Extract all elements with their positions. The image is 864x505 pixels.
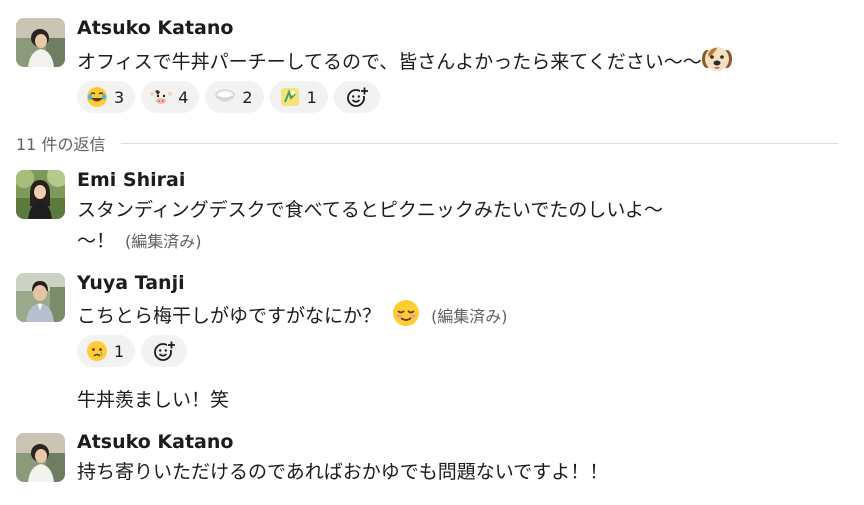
message-text: 持ち寄りいただけるのであればおかゆでも問題ないですよ！！ (77, 461, 609, 483)
message-text: オフィスで牛丼パーチーしてるので、皆さんよかったら来てください〜〜 (77, 44, 732, 84)
reaction-count: 1 (306, 87, 317, 107)
message-text-body: 〜！ (77, 230, 116, 252)
divider-line (121, 142, 838, 144)
replies-count-label: 11 件の返信 (16, 135, 106, 154)
edited-label: (編集済み) (431, 307, 508, 326)
reactions-bar: 1 (77, 335, 188, 367)
thread-replies-divider: 11 件の返信 (16, 132, 838, 154)
avatar-atsuko[interactable] (16, 18, 65, 67)
author-name[interactable]: Emi Shirai (77, 168, 185, 192)
joy-icon (87, 87, 107, 107)
author-name[interactable]: Yuya Tanji (77, 271, 185, 295)
reaction-joy[interactable]: 3 (77, 81, 136, 113)
add-reaction-icon (154, 341, 177, 361)
reaction-cow[interactable]: 4 (141, 81, 200, 113)
avatar-yuya[interactable] (16, 273, 65, 322)
message-text-line-2: 〜！ (編集済み) (77, 226, 202, 257)
avatar-emi[interactable] (16, 170, 65, 219)
reactions-bar: 3 4 2 1 (77, 81, 380, 113)
message-text-body: こちとら梅干しがゆですがなにか？ (77, 305, 382, 327)
avatar-atsuko[interactable] (16, 433, 65, 482)
author-name[interactable]: Atsuko Katano (77, 16, 233, 40)
reaction-count: 4 (178, 87, 189, 107)
reaction-count: 3 (114, 87, 125, 107)
relieved-face-icon (391, 298, 421, 338)
crying-face-icon (87, 341, 107, 361)
message-text: こちとら梅干しがゆですがなにか？ (編集済み) (77, 298, 508, 338)
message-text-body: オフィスで牛丼パーチーしてるので、皆さんよかったら来てください〜〜 (77, 51, 702, 73)
add-reaction-button[interactable] (333, 81, 380, 113)
author-name[interactable]: Atsuko Katano (77, 430, 233, 454)
reaction-crying-face[interactable]: 1 (77, 335, 136, 367)
message-text: 牛丼羨ましい！笑 (77, 389, 230, 411)
reaction-count: 1 (114, 341, 125, 361)
add-reaction-icon (346, 87, 369, 107)
reaction-rice-bowl[interactable]: 2 (205, 81, 264, 113)
message-text-line-1: スタンディングデスクで食べてるとピクニックみたいでたのしいよ〜 (77, 199, 663, 221)
kirakira-yellow-icon (280, 88, 299, 106)
dog-face-icon (701, 44, 732, 84)
cow-icon (150, 89, 173, 105)
reaction-kirakira[interactable]: 1 (269, 81, 328, 113)
edited-label: (編集済み) (125, 232, 202, 251)
add-reaction-button[interactable] (141, 335, 188, 367)
rice-bowl-icon (215, 89, 235, 102)
reaction-count: 2 (242, 87, 253, 107)
